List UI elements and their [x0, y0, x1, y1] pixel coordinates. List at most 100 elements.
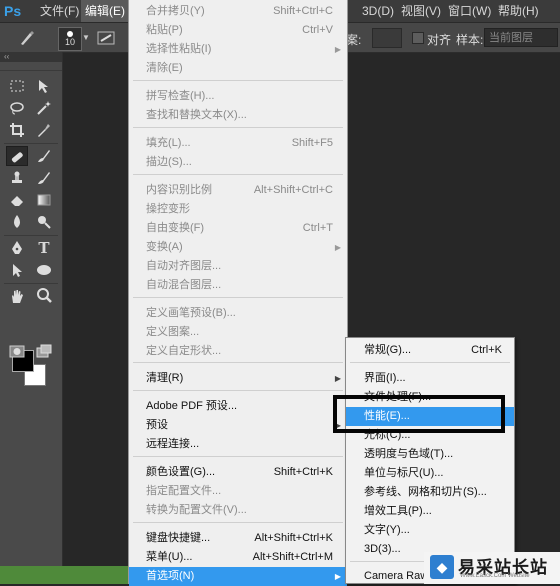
menu-item-label: 首选项(N): [146, 570, 195, 582]
sample-mode-select[interactable]: 当前图层: [484, 28, 558, 47]
edit-menu-item[interactable]: 菜单(U)... Alt+Shift+Ctrl+M: [129, 548, 347, 567]
menu-item-shortcut: Alt+Shift+Ctrl+M: [252, 551, 333, 563]
move-tool-icon[interactable]: [33, 76, 55, 96]
menu-item-label: 指定配置文件...: [146, 485, 222, 497]
menu-item-label: 颜色设置(G)...: [146, 466, 216, 478]
menu-edit[interactable]: 编辑(E): [81, 0, 129, 22]
menu-window[interactable]: 窗口(W): [448, 0, 491, 22]
menu-item-label: 单位与标尺(U)...: [364, 467, 444, 479]
crop-tool-icon[interactable]: [6, 120, 28, 140]
align-checkbox[interactable]: [412, 32, 424, 44]
blur-tool-icon[interactable]: [6, 212, 28, 232]
watermark-logo-icon: ◆: [430, 555, 454, 579]
quick-mask-icon[interactable]: [6, 342, 28, 362]
lasso-tool-icon[interactable]: [6, 98, 28, 118]
chevron-down-icon[interactable]: ▼: [82, 33, 90, 42]
menu-item-label: 预设: [146, 419, 168, 431]
edit-menu-item[interactable]: 键盘快捷键... Alt+Shift+Ctrl+K: [129, 529, 347, 548]
menu-item-label: 自动对齐图层...: [146, 260, 222, 272]
submenu-arrow-icon: ▶: [334, 572, 341, 581]
brush-panel-toggle-icon[interactable]: [94, 29, 118, 47]
edit-menu-item[interactable]: 预设 ▶: [129, 416, 347, 435]
menu-item-label: 定义图案...: [146, 326, 200, 338]
brush-tool-icon[interactable]: [33, 146, 55, 166]
preferences-menu-item[interactable]: 透明度与色域(T)...: [346, 445, 514, 464]
edit-menu-item: 操控变形: [129, 200, 347, 219]
menu-separator: [133, 522, 343, 523]
type-tool-icon[interactable]: T: [33, 238, 55, 258]
hand-tool-icon[interactable]: [6, 286, 28, 306]
zoom-tool-icon[interactable]: [33, 286, 55, 306]
edit-menu-item: 内容识别比例 Alt+Shift+Ctrl+C: [129, 181, 347, 200]
menu-separator: [133, 456, 343, 457]
eyedropper-tool-icon[interactable]: [33, 120, 55, 140]
gradient-tool-icon[interactable]: [33, 190, 55, 210]
submenu-separator: [350, 362, 510, 363]
ellipse-shape-tool-icon[interactable]: [33, 260, 55, 280]
menu-view[interactable]: 视图(V): [401, 0, 441, 22]
preferences-menu-item[interactable]: 界面(I)...: [346, 369, 514, 388]
edit-menu-item: 选择性粘贴(I) ▶: [129, 40, 347, 59]
clone-stamp-tool-icon[interactable]: [6, 168, 28, 188]
submenu-arrow-icon: ▶: [334, 374, 341, 383]
preferences-menu-item[interactable]: 文字(Y)...: [346, 521, 514, 540]
brush-size-picker[interactable]: 10: [58, 27, 82, 51]
eraser-tool-icon[interactable]: [6, 190, 28, 210]
edit-menu-item[interactable]: 清理(R) ▶: [129, 369, 347, 388]
menu-item-shortcut: Ctrl+V: [302, 24, 333, 36]
menu-item-label: 描边(S)...: [146, 156, 192, 168]
edit-menu-item: 清除(E): [129, 59, 347, 78]
edit-menu-item[interactable]: 远程连接...: [129, 435, 347, 454]
edit-menu-item[interactable]: 首选项(N) ▶: [129, 567, 347, 586]
menu-3d[interactable]: 3D(D): [362, 0, 394, 22]
edit-menu-item[interactable]: Adobe PDF 预设...: [129, 397, 347, 416]
menu-item-label: 参考线、网格和切片(S)...: [364, 486, 487, 498]
photoshop-logo: Ps: [4, 3, 22, 19]
edit-menu-item: 变换(A) ▶: [129, 238, 347, 257]
preferences-menu-item[interactable]: 增效工具(P)...: [346, 502, 514, 521]
menu-item-label: Adobe PDF 预设...: [146, 400, 238, 412]
watermark-subtitle: Www.Easck.Com Website: [460, 573, 530, 579]
preferences-menu-item[interactable]: 参考线、网格和切片(S)...: [346, 483, 514, 502]
menu-item-label: 查找和替换文本(X)...: [146, 109, 247, 121]
pen-tool-icon[interactable]: [6, 238, 28, 258]
healing-brush-tool-icon[interactable]: [6, 146, 28, 166]
edit-menu-item[interactable]: 颜色设置(G)... Shift+Ctrl+K: [129, 463, 347, 482]
tools-panel-collapse[interactable]: ‹‹: [0, 52, 62, 62]
menu-item-label: 增效工具(P)...: [364, 505, 432, 517]
menu-item-label: 填充(L)...: [146, 137, 191, 149]
sample-label: 案:: [346, 33, 362, 47]
dodge-tool-icon[interactable]: [33, 212, 55, 232]
menu-separator: [133, 362, 343, 363]
brush-preset-icon[interactable]: [18, 29, 36, 47]
preferences-menu-item[interactable]: 常规(G)... Ctrl+K: [346, 341, 514, 360]
menu-item-label: 操控变形: [146, 203, 190, 215]
tool-divider: [4, 143, 58, 144]
menu-item-label: 常规(G)...: [364, 344, 412, 356]
menu-item-label: 3D(3)...: [364, 543, 401, 555]
menu-separator: [133, 80, 343, 81]
tools-panel-grip[interactable]: [0, 62, 62, 71]
path-selection-tool-icon[interactable]: [6, 260, 28, 280]
magic-wand-tool-icon[interactable]: [33, 98, 55, 118]
edit-menu-item: 填充(L)... Shift+F5: [129, 134, 347, 153]
menu-file[interactable]: 文件(F): [40, 0, 79, 22]
menu-item-label: 定义自定形状...: [146, 345, 222, 357]
marquee-tool-icon[interactable]: [6, 76, 28, 96]
menu-item-shortcut: Ctrl+K: [471, 344, 502, 356]
menu-help[interactable]: 帮助(H): [498, 0, 539, 22]
history-brush-tool-icon[interactable]: [33, 168, 55, 188]
menu-item-label: 自由变换(F): [146, 222, 205, 234]
menu-item-label: 文字(Y)...: [364, 524, 410, 536]
menu-item-label: 清除(E): [146, 62, 183, 74]
preferences-submenu: 常规(G)... Ctrl+K 界面(I)... 文件处理(F)... 性能(E)...…: [345, 337, 515, 584]
edit-menu-item: 自动对齐图层...: [129, 257, 347, 276]
menu-item-label: 定义画笔预设(B)...: [146, 307, 236, 319]
menu-item-label: 变换(A): [146, 241, 183, 253]
preferences-menu-item[interactable]: 单位与标尺(U)...: [346, 464, 514, 483]
edit-menu-item: 描边(S)...: [129, 153, 347, 172]
screen-mode-icon[interactable]: [33, 342, 55, 362]
menu-item-label: 转换为配置文件(V)...: [146, 504, 247, 516]
edit-menu-item: 自由变换(F) Ctrl+T: [129, 219, 347, 238]
sample-input[interactable]: [372, 28, 402, 48]
